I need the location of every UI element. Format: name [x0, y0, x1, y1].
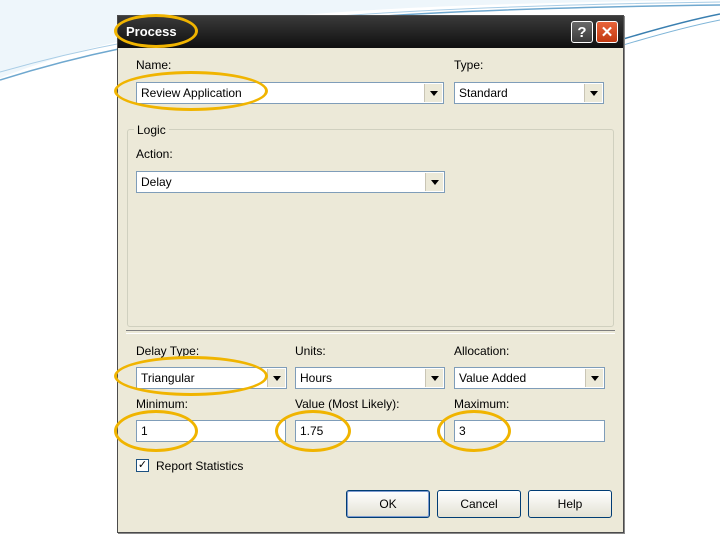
chevron-down-icon[interactable] [267, 369, 285, 387]
units-value: Hours [300, 371, 333, 385]
allocation-combo[interactable]: Value Added [454, 367, 605, 389]
logic-group [127, 129, 614, 327]
cancel-button[interactable]: Cancel [437, 490, 521, 518]
chevron-down-icon[interactable] [425, 369, 443, 387]
type-value: Standard [459, 86, 508, 100]
action-combo[interactable]: Delay [136, 171, 445, 193]
maximum-label: Maximum: [454, 397, 510, 411]
action-value: Delay [141, 175, 172, 189]
allocation-value: Value Added [459, 371, 527, 385]
type-combo[interactable]: Standard [454, 82, 604, 104]
title-highlight-ring [114, 14, 198, 48]
help-button[interactable]: Help [528, 490, 612, 518]
type-label: Type: [454, 58, 484, 72]
logic-group-label: Logic [134, 123, 169, 137]
action-label: Action: [136, 147, 173, 161]
most-likely-label: Value (Most Likely): [295, 397, 400, 411]
minimum-highlight-ring [114, 410, 198, 452]
chevron-down-icon[interactable] [585, 369, 603, 387]
delay-type-highlight-ring [114, 356, 268, 396]
most-likely-highlight-ring [275, 410, 351, 452]
close-icon[interactable]: ✕ [596, 21, 618, 43]
chevron-down-icon[interactable] [584, 84, 602, 102]
section-divider [126, 330, 615, 334]
minimum-label: Minimum: [136, 397, 189, 411]
allocation-label: Allocation: [454, 344, 510, 358]
units-combo[interactable]: Hours [295, 367, 445, 389]
report-statistics-label[interactable]: Report Statistics [156, 459, 243, 473]
ok-button[interactable]: OK [346, 490, 430, 518]
name-label: Name: [136, 58, 172, 72]
chevron-down-icon[interactable] [425, 173, 443, 191]
help-icon[interactable]: ? [571, 21, 593, 43]
units-label: Units: [295, 344, 326, 358]
name-highlight-ring [114, 71, 268, 111]
maximum-highlight-ring [437, 410, 511, 452]
chevron-down-icon[interactable] [424, 84, 442, 102]
report-statistics-checkbox[interactable]: ✓ [136, 459, 149, 472]
